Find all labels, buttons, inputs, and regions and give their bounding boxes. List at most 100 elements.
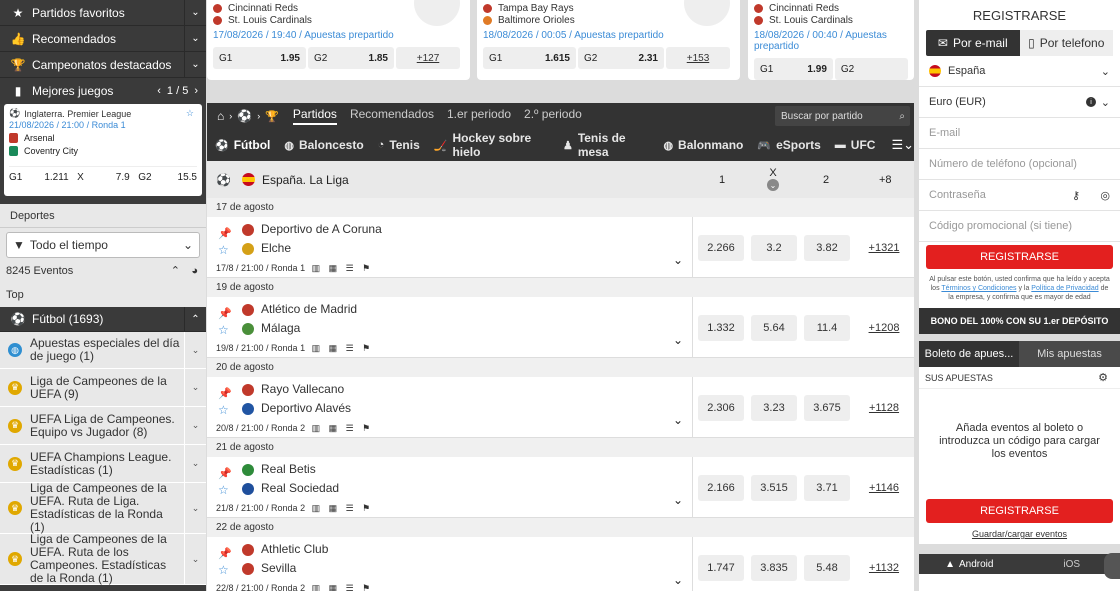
- stats-icons[interactable]: ▥ ▦ ☰ ⚑: [312, 583, 374, 591]
- odd-button[interactable]: G1 1.99: [754, 58, 833, 80]
- expand-chevron-icon[interactable]: ⌄: [673, 493, 683, 507]
- sport-tab[interactable]: ◍ Baloncesto: [284, 131, 363, 159]
- sport-tab[interactable]: ♟ Tenis de mesa: [563, 131, 650, 159]
- more-markets-link[interactable]: +1321: [863, 235, 905, 261]
- tab-period[interactable]: Partidos: [292, 107, 337, 125]
- odd-x[interactable]: X 7.9: [77, 172, 130, 183]
- more-markets-link[interactable]: +127: [396, 47, 460, 69]
- save-load-events-link[interactable]: Guardar/cargar eventos: [919, 529, 1120, 539]
- odd-button[interactable]: G2 1.85: [308, 47, 394, 69]
- match-row[interactable]: 📌 ☆ Deportivo de A Coruna Elche 17/8 / 21:00…: [207, 217, 914, 278]
- star-outline-icon[interactable]: ☆: [218, 483, 229, 497]
- privacy-link[interactable]: Política de Privacidad: [1031, 285, 1098, 292]
- stats-icons[interactable]: ▥ ▦ ☰ ⚑: [312, 263, 374, 273]
- chevron-down-icon[interactable]: ⌄: [184, 483, 206, 533]
- expand-chevron-icon[interactable]: ⌄: [673, 573, 683, 587]
- key-icon[interactable]: ⚷: [1072, 189, 1080, 202]
- pin-icon[interactable]: 📌: [218, 307, 232, 320]
- odd-away-button[interactable]: 5.48: [804, 555, 850, 581]
- gear-icon[interactable]: ⚙: [1098, 371, 1108, 384]
- featured-championships-item[interactable]: 🏆 Campeonatos destacados ⌄: [0, 52, 206, 78]
- more-sports-icon[interactable]: ☰⌄: [891, 137, 914, 153]
- odd-draw-button[interactable]: 5.64: [751, 315, 797, 341]
- odd-draw-button[interactable]: 3.2: [751, 235, 797, 261]
- odd-draw-button[interactable]: 3.23: [751, 395, 797, 421]
- country-select[interactable]: España ⌄: [919, 56, 1120, 87]
- tab-period[interactable]: 1.er periodo: [447, 107, 511, 125]
- sport-tab[interactable]: ⚽ Fútbol: [215, 131, 270, 159]
- globe-icon[interactable]: ◕: [191, 265, 198, 277]
- trophy-icon[interactable]: 🏆: [265, 110, 279, 123]
- chevron-up-icon[interactable]: ⌃: [184, 307, 206, 332]
- odd-g1[interactable]: G1 1.211: [9, 172, 69, 183]
- sport-tab[interactable]: ◔ Tenis: [378, 131, 420, 159]
- recommended-item[interactable]: 👍 Recomendados ⌄: [0, 26, 206, 52]
- sport-tab[interactable]: 🎮 eSports: [757, 131, 820, 159]
- more-markets-link[interactable]: +153: [666, 47, 730, 69]
- phone-field[interactable]: Número de teléfono (opcional): [919, 149, 1120, 180]
- odd-home-button[interactable]: 2.306: [698, 395, 744, 421]
- email-field[interactable]: E-mail: [919, 118, 1120, 149]
- sport-tab[interactable]: ▬ UFC: [835, 131, 876, 159]
- sport-tab[interactable]: ◍ Balonmano: [663, 131, 743, 159]
- star-outline-icon[interactable]: ☆: [218, 323, 229, 337]
- chevron-down-circle-icon[interactable]: ⌄: [767, 179, 779, 191]
- chevron-down-icon[interactable]: ⌄: [184, 369, 206, 406]
- match-row[interactable]: 📌 ☆ Real Betis Real Sociedad 21/8 / 21:00 / …: [207, 457, 914, 518]
- favorite-matches-item[interactable]: ★ Partidos favoritos ⌄: [0, 0, 206, 26]
- pin-icon[interactable]: 📌: [218, 547, 232, 560]
- expand-chevron-icon[interactable]: ⌄: [673, 253, 683, 267]
- star-outline-icon[interactable]: ☆: [218, 563, 229, 577]
- top-match-card[interactable]: Cincinnati Reds St. Louis Cardinals 18/08/…: [748, 0, 914, 80]
- top-match-card[interactable]: Cincinnati Reds St. Louis Cardinals 17/08/…: [207, 0, 470, 80]
- terms-link[interactable]: Términos y Condiciones: [941, 285, 1016, 292]
- odd-home-button[interactable]: 1.332: [698, 315, 744, 341]
- top-match-card[interactable]: Tampa Bay Rays Baltimore Orioles 18/08/202…: [477, 0, 740, 80]
- football-league-item[interactable]: ♛ UEFA Liga de Campeones. Equipo vs Jugad…: [0, 407, 206, 445]
- best-game-card[interactable]: ⚽ Inglaterra. Premier League ☆ 21/08/202…: [4, 104, 202, 196]
- expand-chevron-icon[interactable]: ⌄: [673, 333, 683, 347]
- chevron-down-icon[interactable]: ⌄: [184, 0, 206, 25]
- prev-arrow-icon[interactable]: ‹: [157, 85, 161, 97]
- odd-away-button[interactable]: 3.82: [804, 235, 850, 261]
- stats-icons[interactable]: ▥ ▦ ☰ ⚑: [312, 423, 374, 433]
- odd-button[interactable]: G2 2.31: [578, 47, 664, 69]
- pin-icon[interactable]: 📌: [218, 387, 232, 400]
- more-markets-link[interactable]: +1132: [863, 555, 905, 581]
- chevron-down-icon[interactable]: ⌄: [184, 407, 206, 444]
- expand-chevron-icon[interactable]: ⌄: [673, 413, 683, 427]
- tab-phone[interactable]: ▯ Por telefono: [1019, 30, 1113, 56]
- chevron-down-icon[interactable]: ⌄: [184, 26, 206, 51]
- odd-home-button[interactable]: 2.166: [698, 475, 744, 501]
- odd-draw-button[interactable]: 3.515: [751, 475, 797, 501]
- register-button[interactable]: REGISTRARSE: [926, 245, 1113, 269]
- odd-button[interactable]: G2: [834, 58, 908, 80]
- odd-draw-button[interactable]: 3.835: [751, 555, 797, 581]
- odd-home-button[interactable]: 1.747: [698, 555, 744, 581]
- next-arrow-icon[interactable]: ›: [194, 85, 198, 97]
- chevron-down-icon[interactable]: ⌄: [184, 445, 206, 482]
- football-league-item[interactable]: ♛ Liga de Campeones de la UEFA (9) ⌄: [0, 369, 206, 407]
- top-link[interactable]: Top: [0, 283, 206, 307]
- football-league-item[interactable]: ♛ UEFA Champions League. Estadísticas (1)…: [0, 445, 206, 483]
- stats-icons[interactable]: ▥ ▦ ☰ ⚑: [312, 343, 374, 353]
- android-app-link[interactable]: ▲ Android: [919, 554, 1020, 574]
- password-field[interactable]: Contraseña ⚷ ◎: [919, 180, 1120, 211]
- sport-tab[interactable]: 🏒 Hockey sobre hielo: [434, 131, 549, 159]
- star-outline-icon[interactable]: ☆: [186, 108, 194, 119]
- odd-away-button[interactable]: 3.71: [804, 475, 850, 501]
- match-row[interactable]: 📌 ☆ Atlético de Madrid Málaga 19/8 / 21:00 /…: [207, 297, 914, 358]
- bonus-banner[interactable]: BONO DEL 100% CON SU 1.er DEPÓSITO: [919, 308, 1120, 334]
- search-input[interactable]: Buscar por partido: [781, 111, 863, 122]
- football-league-item[interactable]: ♛ Liga de Campeones de la UEFA. Ruta de L…: [0, 482, 206, 534]
- eye-off-icon[interactable]: ◎: [1100, 189, 1110, 202]
- more-markets-link[interactable]: +1128: [863, 395, 905, 421]
- match-row[interactable]: 📌 ☆ Rayo Vallecano Deportivo Alavés 20/8 / 2…: [207, 377, 914, 438]
- promo-code-field[interactable]: Código promocional (si tiene): [919, 211, 1120, 242]
- time-filter-select[interactable]: ▼ Todo el tiempo ⌄: [6, 232, 200, 258]
- pin-icon[interactable]: 📌: [218, 227, 232, 240]
- chevron-down-icon[interactable]: ⌄: [184, 534, 206, 584]
- odd-home-button[interactable]: 2.266: [698, 235, 744, 261]
- soccer-ball-icon[interactable]: ⚽: [237, 109, 252, 123]
- odd-button[interactable]: G1 1.615: [483, 47, 576, 69]
